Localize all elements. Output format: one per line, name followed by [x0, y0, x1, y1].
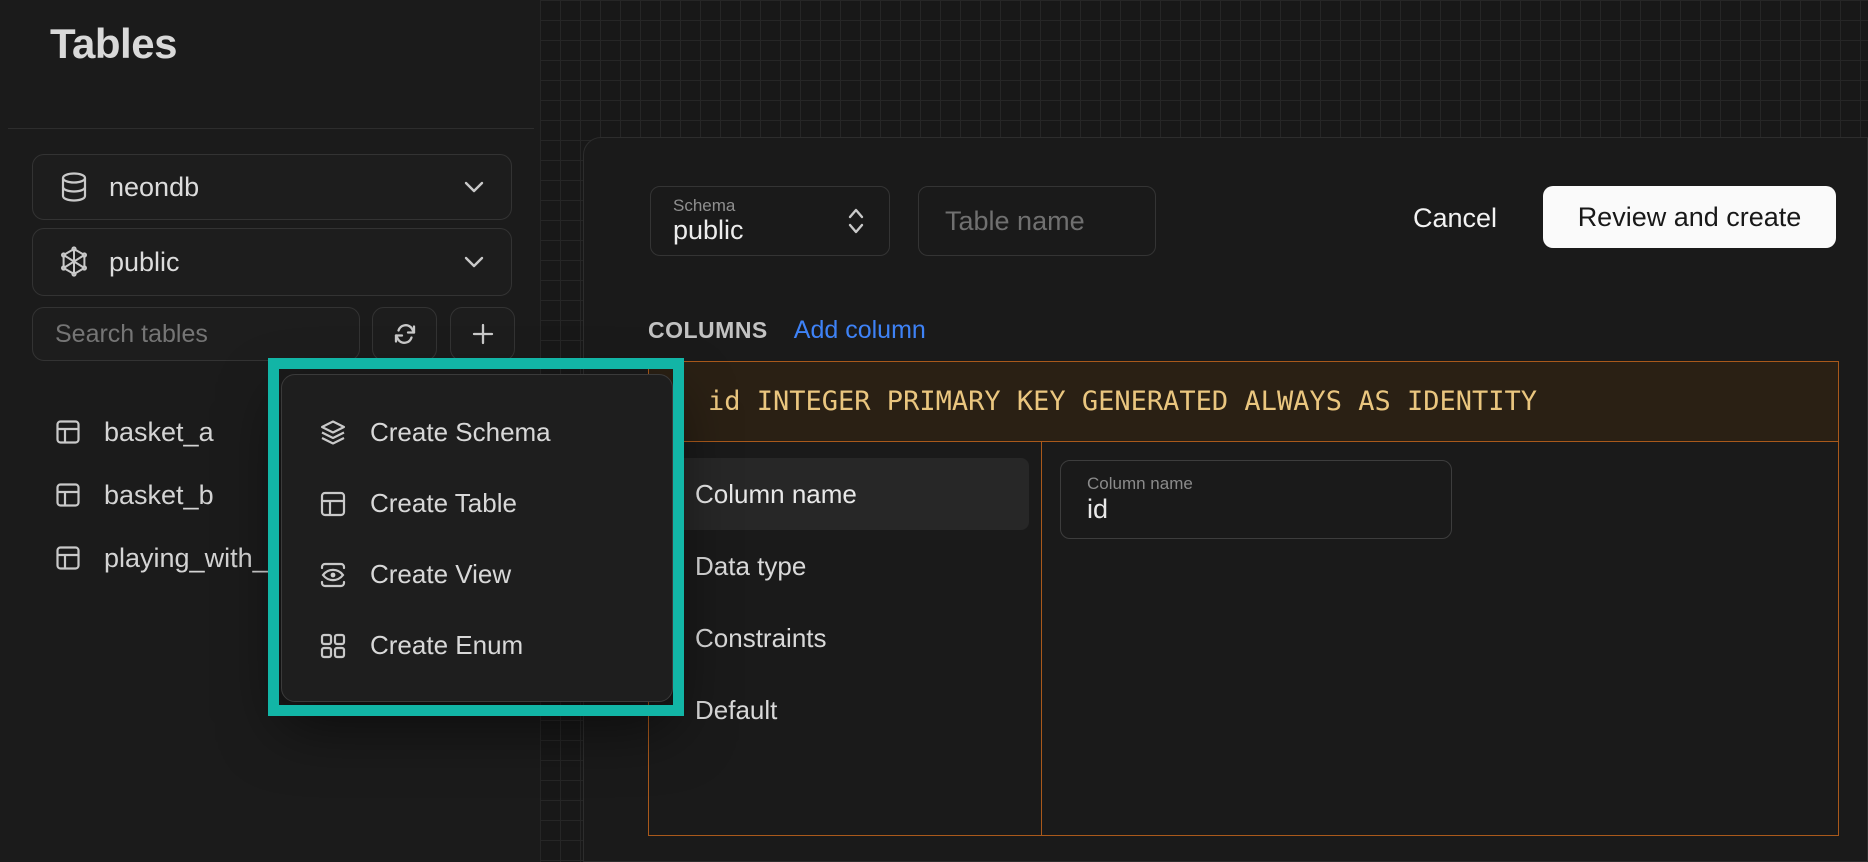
columns-heading: COLUMNS [648, 317, 768, 344]
database-select[interactable]: neondb [32, 154, 512, 220]
plus-icon [469, 320, 497, 348]
layers-icon [318, 418, 348, 448]
menu-item-label: Create Table [370, 488, 517, 519]
schema-sidebar-select[interactable]: public [32, 228, 512, 296]
table-icon [318, 489, 348, 519]
table-name: basket_b [104, 480, 214, 511]
column-editor: id INTEGER PRIMARY KEY GENERATED ALWAYS … [648, 361, 1839, 836]
column-name-field[interactable]: Column name id [1060, 460, 1452, 539]
table-icon [54, 418, 82, 446]
nav-item-data-type[interactable]: Data type [661, 530, 1029, 602]
add-button[interactable] [450, 307, 515, 361]
menu-item-label: Create Schema [370, 417, 551, 448]
table-name-input[interactable] [918, 186, 1156, 256]
nav-item-default[interactable]: Default [661, 674, 1029, 746]
column-editor-form: Column name id [1042, 442, 1838, 835]
database-icon [59, 171, 89, 203]
schema-sidebar-select-value: public [109, 247, 443, 278]
column-editor-nav: Column name Data type Constraints Defaul… [649, 442, 1042, 835]
sidebar-divider [8, 128, 534, 129]
enum-grid-icon [318, 631, 348, 661]
cancel-button[interactable]: Cancel [1398, 190, 1512, 246]
schema-select[interactable]: Schema public [650, 186, 890, 256]
schema-select-value: public [673, 216, 845, 246]
menu-item-create-view[interactable]: Create View [282, 539, 672, 610]
table-name: playing_with_ [104, 543, 268, 574]
menu-item-label: Create Enum [370, 630, 523, 661]
chevron-down-icon [463, 255, 485, 269]
search-tables-input[interactable] [32, 307, 360, 361]
nav-item-constraints[interactable]: Constraints [661, 602, 1029, 674]
column-editor-body: Column name Data type Constraints Defaul… [649, 442, 1838, 835]
schema-select-label: Schema [673, 197, 845, 216]
column-name-field-label: Column name [1087, 474, 1451, 494]
column-sql-preview[interactable]: id INTEGER PRIMARY KEY GENERATED ALWAYS … [649, 362, 1838, 442]
create-dropdown-menu: Create Schema Create Table Create View [281, 374, 673, 702]
menu-item-create-schema[interactable]: Create Schema [282, 397, 672, 468]
refresh-button[interactable] [372, 307, 437, 361]
column-name-field-value: id [1087, 494, 1451, 525]
table-name: basket_a [104, 417, 214, 448]
view-eye-icon [318, 560, 348, 590]
nav-item-column-name[interactable]: Column name [661, 458, 1029, 530]
add-column-link[interactable]: Add column [794, 316, 926, 345]
updown-chevron-icon [845, 206, 867, 236]
table-icon [54, 481, 82, 509]
menu-item-label: Create View [370, 559, 511, 590]
chevron-down-icon [463, 180, 485, 194]
page-title: Tables [50, 20, 177, 68]
table-icon [54, 544, 82, 572]
refresh-icon [391, 320, 419, 348]
database-select-value: neondb [109, 172, 443, 203]
schema-icon [59, 246, 89, 278]
columns-section-header: COLUMNS Add column [648, 314, 926, 346]
review-and-create-button[interactable]: Review and create [1543, 186, 1836, 248]
menu-item-create-enum[interactable]: Create Enum [282, 610, 672, 681]
menu-item-create-table[interactable]: Create Table [282, 468, 672, 539]
